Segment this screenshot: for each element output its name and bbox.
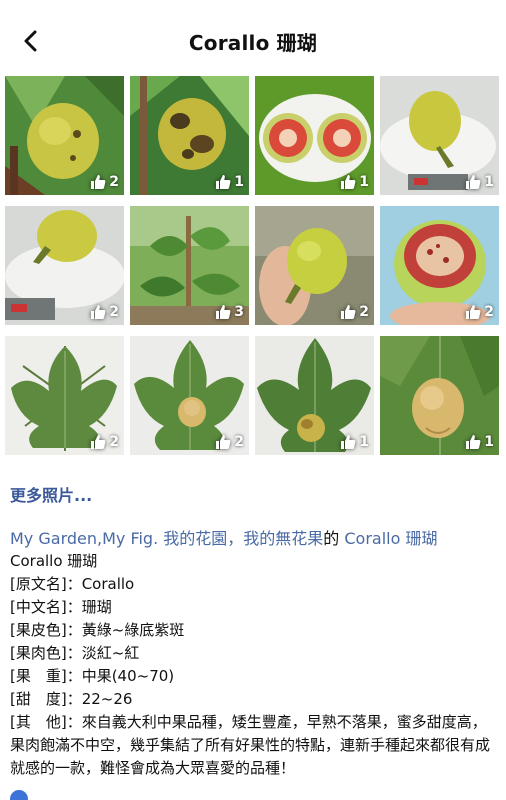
partial-icon <box>10 790 28 800</box>
thumbs-up-icon <box>466 435 481 449</box>
header: Corallo 珊瑚 <box>0 0 506 76</box>
thumbs-up-icon <box>341 175 356 189</box>
thumbs-up-icon <box>91 435 106 449</box>
thumbs-up-icon <box>466 175 481 189</box>
photo-tile[interactable]: 2 <box>130 336 249 455</box>
description-other: [其 他]：來自義大利中果品種，矮生豐產，早熟不落果，蜜多甜度高，果肉飽滿不中空… <box>10 713 491 777</box>
album-joiner: 的 <box>323 529 340 548</box>
photo-tile[interactable]: 2 <box>5 76 124 195</box>
thumbs-up-icon <box>216 305 231 319</box>
photo-tile[interactable]: 2 <box>255 206 374 325</box>
photo-tile[interactable]: 1 <box>255 336 374 455</box>
photo-tile[interactable]: 1 <box>380 336 499 455</box>
thumbs-up-icon <box>216 435 231 449</box>
photo-tile[interactable]: 1 <box>255 76 374 195</box>
like-count: 1 <box>465 174 494 190</box>
photo-tile[interactable]: 1 <box>130 76 249 195</box>
thumbs-up-icon <box>91 305 106 319</box>
thumbs-up-icon <box>91 175 106 189</box>
description-line: [果 重]：中果(40~70) <box>10 667 175 685</box>
like-count: 2 <box>340 304 369 320</box>
like-count: 1 <box>340 434 369 450</box>
variety-name: Corallo 珊瑚 <box>10 552 98 570</box>
like-count: 1 <box>340 174 369 190</box>
photo-tile[interactable]: 3 <box>130 206 249 325</box>
photo-grid: 2 1 1 1 2 3 2 2 2 2 1 1 <box>5 76 501 455</box>
photo-set-link[interactable]: Corallo 珊瑚 <box>344 529 437 548</box>
like-count: 2 <box>90 304 119 320</box>
like-count: 1 <box>465 434 494 450</box>
description-line: [甜 度]：22~26 <box>10 690 133 708</box>
photo-tile[interactable]: 1 <box>380 76 499 195</box>
variety-description: Corallo 珊瑚 [原文名]：Corallo [中文名]：珊瑚 [果皮色]：… <box>10 550 496 780</box>
thumbs-up-icon <box>341 435 356 449</box>
description-line: [原文名]：Corallo <box>10 575 135 593</box>
photo-tile[interactable]: 2 <box>380 206 499 325</box>
like-count: 2 <box>465 304 494 320</box>
description-line: [中文名]：珊瑚 <box>10 598 112 616</box>
thumbs-up-icon <box>216 175 231 189</box>
description-line: [果肉色]：淡紅~紅 <box>10 644 140 662</box>
album-caption: My Garden,My Fig. 我的花園，我的無花果的 Corallo 珊瑚 <box>10 525 438 549</box>
page-title: Corallo 珊瑚 <box>188 31 318 55</box>
like-count: 2 <box>90 174 119 190</box>
more-photos-link[interactable]: 更多照片... <box>10 482 92 506</box>
description-line: [果皮色]：黃綠~綠底紫斑 <box>10 621 185 639</box>
like-count: 1 <box>215 174 244 190</box>
album-link[interactable]: My Garden,My Fig. 我的花園，我的無花果 <box>10 529 323 548</box>
like-count: 2 <box>90 434 119 450</box>
like-count: 3 <box>215 304 244 320</box>
photo-tile[interactable]: 2 <box>5 206 124 325</box>
photo-tile[interactable]: 2 <box>5 336 124 455</box>
thumbs-up-icon <box>341 305 356 319</box>
like-count: 2 <box>215 434 244 450</box>
thumbs-up-icon <box>466 305 481 319</box>
